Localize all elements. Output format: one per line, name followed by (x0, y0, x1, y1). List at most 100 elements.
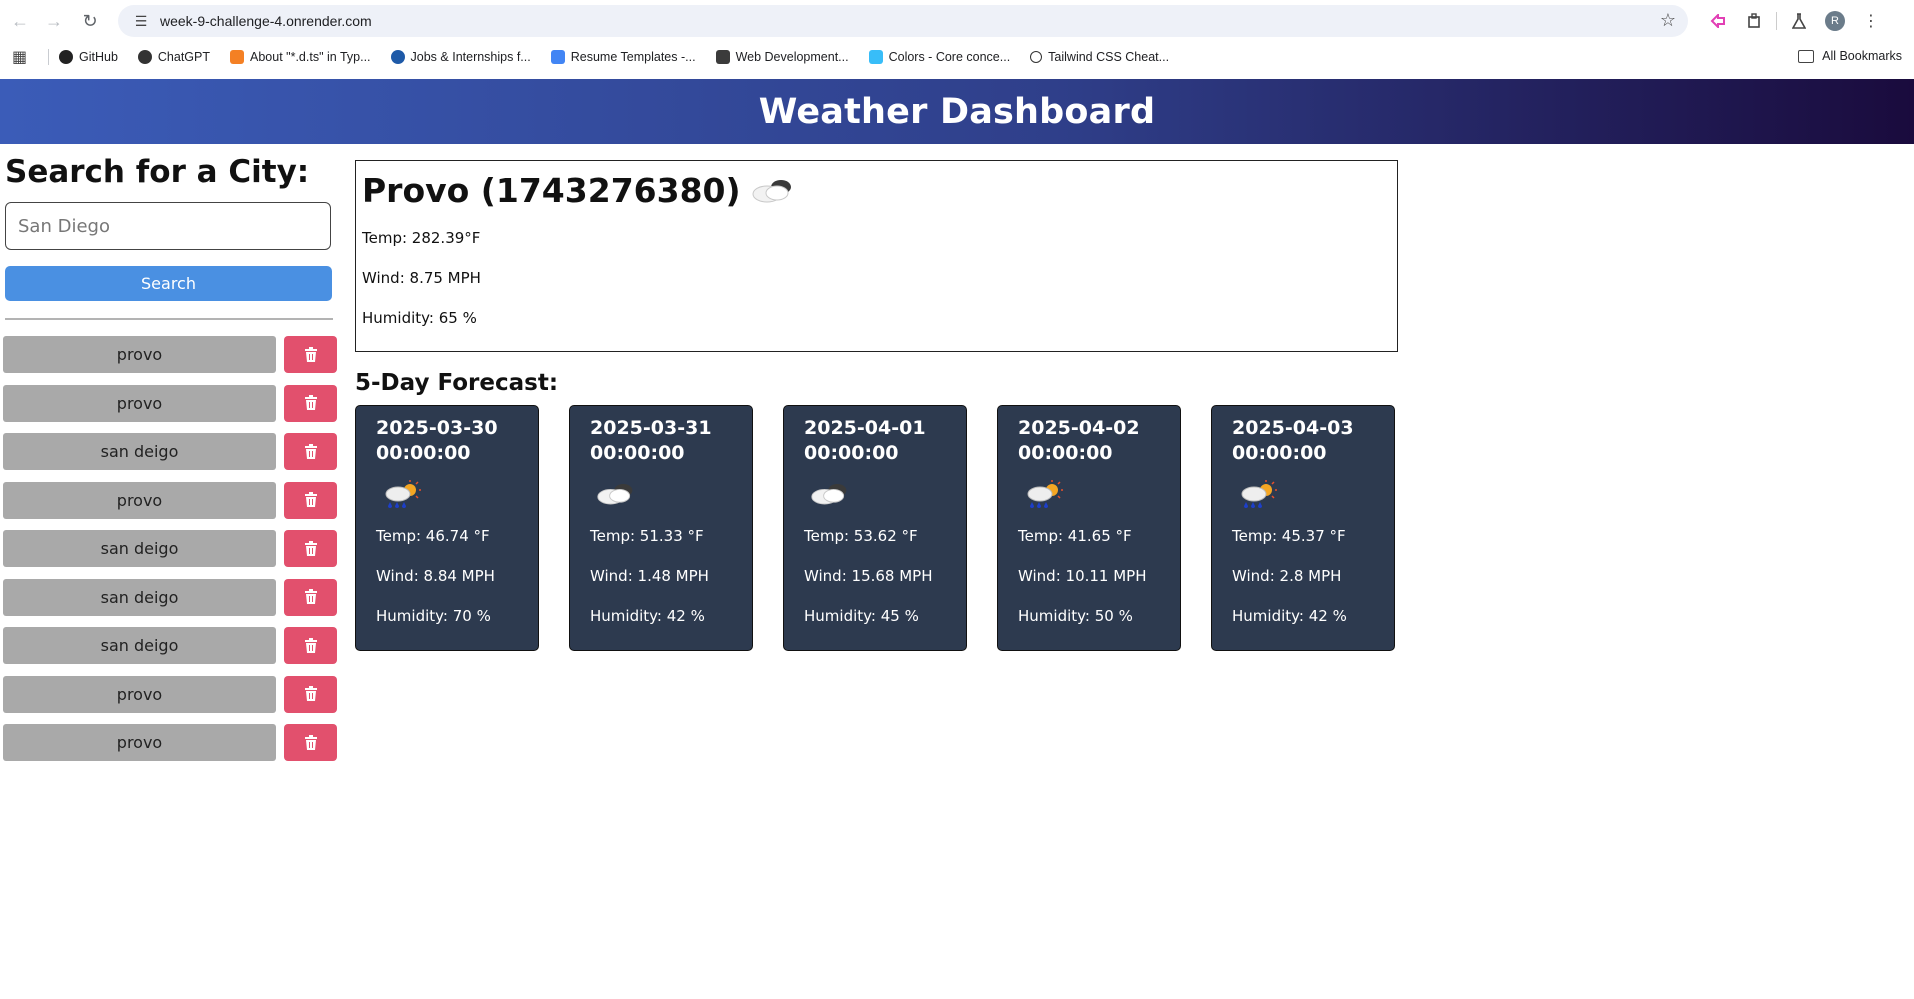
bookmark-label: Tailwind CSS Cheat... (1048, 50, 1170, 64)
bookmark-stackoverflow[interactable]: About "*.d.ts" in Typ... (230, 50, 371, 64)
bookmark-colors[interactable]: Colors - Core conce... (868, 50, 1011, 64)
history-city-button[interactable]: san deigo (3, 578, 276, 616)
extensions-puzzle-icon[interactable] (1736, 3, 1772, 39)
trash-icon (304, 589, 318, 605)
current-city-date: Provo (1743276380) (362, 171, 741, 210)
rain-sun-icon (1238, 480, 1278, 514)
history-item: provo (3, 336, 343, 373)
forecast-card: 2025-04-02 00:00:00 Temp: 41.65 °F Wind: 1… (997, 405, 1181, 651)
history-city-button[interactable]: san deigo (3, 530, 276, 567)
bookmark-chatgpt[interactable]: ChatGPT (137, 50, 211, 64)
history-city-button[interactable]: provo (3, 481, 276, 519)
bookmark-label: GitHub (79, 50, 118, 64)
history-city-button[interactable]: provo (3, 384, 276, 422)
forecast-temp: Temp: 53.62 °F (804, 527, 918, 545)
current-temp: Temp: 282.39°F (362, 229, 481, 247)
forecast-wind: Wind: 15.68 MPH (804, 567, 933, 585)
forecast-date: 2025-04-01 00:00:00 (804, 417, 926, 464)
forecast-cards: 2025-03-30 00:00:00 Temp: 46.74 °F Wind: 8… (355, 405, 1398, 651)
extension-pink-icon[interactable] (1700, 3, 1736, 39)
sidebar-divider (5, 318, 333, 320)
browser-toolbar: ← → ↻ ☰ week-9-challenge-4.onrender.com … (0, 0, 1914, 42)
search-button[interactable]: Search (5, 266, 332, 301)
rain-sun-icon (382, 480, 422, 514)
forecast-wind: Wind: 10.11 MPH (1018, 567, 1147, 585)
delete-history-button[interactable] (284, 481, 337, 519)
history-item: san deigo (3, 578, 343, 616)
folder-icon (1798, 49, 1815, 63)
address-bar[interactable]: ☰ week-9-challenge-4.onrender.com ☆ (118, 5, 1688, 37)
trash-icon (304, 443, 318, 460)
bookmark-webdev[interactable]: Web Development... (715, 50, 849, 64)
history-item: san deigo (3, 627, 343, 664)
bookmark-label: Colors - Core conce... (888, 50, 1011, 64)
apps-grid-icon[interactable]: ▦ (12, 47, 34, 67)
forecast-wind: Wind: 1.48 MPH (590, 567, 709, 585)
labs-flask-icon[interactable] (1781, 3, 1817, 39)
trash-icon (304, 395, 318, 411)
search-title: Search for a City: (5, 154, 310, 190)
bookmark-label: About "*.d.ts" in Typ... (250, 50, 371, 64)
history-item: provo (3, 384, 343, 422)
bookmark-tailwind[interactable]: Tailwind CSS Cheat... (1030, 50, 1169, 64)
current-weather-title: Provo (1743276380) (362, 171, 795, 210)
forecast-humidity: Humidity: 42 % (1232, 607, 1347, 625)
trash-icon (304, 637, 318, 654)
back-arrow-icon[interactable]: ← (2, 3, 38, 39)
bookmark-label: Jobs & Internships f... (410, 50, 531, 64)
reload-icon[interactable]: ↻ (72, 3, 108, 39)
forecast-humidity: Humidity: 50 % (1018, 607, 1133, 625)
url-text[interactable]: week-9-challenge-4.onrender.com (160, 13, 372, 29)
menu-kebab-icon[interactable]: ⋮ (1853, 3, 1889, 39)
app-header: Weather Dashboard (0, 79, 1914, 144)
forecast-card: 2025-04-03 00:00:00 Temp: 45.37 °F Wind: 2… (1211, 405, 1395, 651)
delete-history-button[interactable] (284, 675, 337, 713)
delete-history-button[interactable] (284, 433, 337, 470)
page-title: Weather Dashboard (758, 91, 1156, 132)
web-icon (715, 50, 730, 64)
all-bookmarks[interactable]: All Bookmarks (1798, 49, 1902, 63)
current-weather-panel: Provo (1743276380) Temp: 282.39°F Wind: … (355, 160, 1398, 352)
bookmark-label: ChatGPT (157, 50, 211, 64)
toolbar-divider (1776, 12, 1777, 30)
delete-history-button[interactable] (284, 578, 337, 616)
tailwind-icon (868, 50, 883, 64)
bookmark-star-icon[interactable]: ☆ (1660, 10, 1676, 31)
forecast-date: 2025-04-03 00:00:00 (1232, 417, 1354, 464)
cloudy-icon (751, 176, 795, 206)
trash-icon (304, 540, 318, 557)
delete-history-button[interactable] (284, 724, 337, 761)
delete-history-button[interactable] (284, 627, 337, 664)
bookmarks-separator (48, 49, 49, 65)
history-city-button[interactable]: provo (3, 675, 276, 713)
forecast-humidity: Humidity: 45 % (804, 607, 919, 625)
bookmarks-bar: ▦ GitHub ChatGPT About "*.d.ts" in Typ..… (0, 42, 1914, 72)
site-settings-icon[interactable]: ☰ (126, 13, 156, 30)
forecast-temp: Temp: 51.33 °F (590, 527, 704, 545)
cloudy-icon (596, 480, 636, 512)
bookmark-handshake[interactable]: Jobs & Internships f... (390, 50, 531, 64)
history-item: provo (3, 675, 343, 713)
history-item: san deigo (3, 433, 343, 470)
forecast-temp: Temp: 46.74 °F (376, 527, 490, 545)
history-city-button[interactable]: provo (3, 724, 276, 761)
current-humidity: Humidity: 65 % (362, 309, 477, 327)
history-city-button[interactable]: san deigo (3, 627, 276, 664)
history-city-button[interactable]: san deigo (3, 433, 276, 470)
docs-icon (550, 50, 565, 64)
all-bookmarks-label: All Bookmarks (1822, 49, 1902, 63)
bookmark-github[interactable]: GitHub (59, 50, 118, 64)
delete-history-button[interactable] (284, 336, 337, 373)
cloudy-icon (810, 480, 850, 512)
city-search-input[interactable] (5, 202, 331, 250)
forecast-date: 2025-03-30 00:00:00 (376, 417, 498, 464)
delete-history-button[interactable] (284, 384, 337, 422)
rain-sun-icon (1024, 480, 1064, 514)
profile-avatar[interactable]: R (1817, 3, 1853, 39)
forecast-wind: Wind: 8.84 MPH (376, 567, 495, 585)
history-city-button[interactable]: provo (3, 336, 276, 373)
delete-history-button[interactable] (284, 530, 337, 567)
bookmark-resume[interactable]: Resume Templates -... (550, 50, 696, 64)
forward-arrow-icon[interactable]: → (36, 3, 72, 39)
search-icon (1030, 51, 1043, 63)
